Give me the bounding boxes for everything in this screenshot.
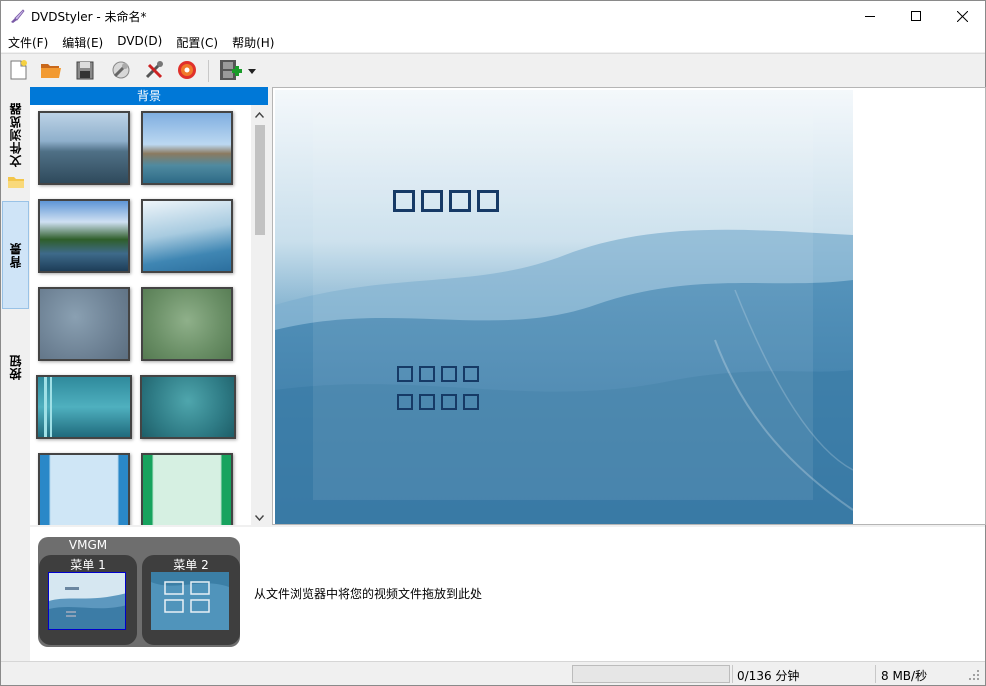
menu-bar: 文件(F) 编辑(E) DVD(D) 配置(C) 帮助(H) [1,31,985,52]
tab-background[interactable]: 背景 [2,201,29,309]
chevron-up-icon [254,107,265,121]
thumbnail-shipwreck-beach[interactable] [141,111,233,185]
menu-button-1[interactable] [397,366,479,382]
thumbnail-light-blue-borders[interactable] [38,453,130,525]
thumbnail-green-borders[interactable] [141,453,233,525]
dropdown-arrow-icon [248,64,256,78]
vmgm-label: VMGM [68,538,108,552]
tools-icon [143,59,165,84]
save-button[interactable] [72,58,98,84]
menu-editor-canvas[interactable] [272,87,986,525]
duration-readout: 0/136 分钟 [737,669,800,683]
open-folder-icon [39,59,63,84]
minimize-button[interactable] [847,1,893,31]
background-panel: 背景 [30,87,268,525]
placeholder-glyph [449,190,471,212]
menu-card-1[interactable]: 菜单 1 [39,555,137,645]
thumbnail-grid [30,105,250,525]
menu-2-preview [151,572,229,630]
titleset-manager: VMGM 菜单 1 菜单 2 从文件浏览器中将您的视频文件拖放到此处 [30,527,985,661]
placeholder-glyph [463,366,479,382]
close-button[interactable] [939,1,985,31]
placeholder-glyph [397,366,413,382]
new-project-button[interactable] [5,58,31,84]
panel-scrollbar[interactable] [251,105,268,525]
minimize-icon [865,11,875,21]
scrollbar-thumb[interactable] [255,125,265,235]
disc-usage-progress [572,665,730,683]
scroll-up-button[interactable] [251,105,268,122]
window-title: DVDStyler - 未命名* [31,10,147,24]
menu-file[interactable]: 文件(F) [1,31,55,52]
menu-1-preview [48,572,126,630]
placeholder-glyph [441,394,457,410]
thumbnail-teal-grunge[interactable] [140,375,236,439]
thumbnail-sea-island[interactable] [38,111,130,185]
add-video-dropdown[interactable] [245,58,259,84]
toolbar-separator [208,60,209,82]
placeholder-glyph [393,190,415,212]
settings-button[interactable] [108,58,134,84]
thumbnail-green-texture[interactable] [141,287,233,361]
tools-button[interactable] [141,58,167,84]
placeholder-glyph [419,366,435,382]
placeholder-glyph [397,394,413,410]
maximize-icon [911,11,921,21]
save-icon [74,59,96,84]
settings-wrench-icon [110,59,132,84]
scroll-down-button[interactable] [251,508,268,525]
placeholder-glyph [421,190,443,212]
placeholder-glyph [477,190,499,212]
thumbnail-blue-waves[interactable] [141,199,233,273]
maximize-button[interactable] [893,1,939,31]
placeholder-glyph [419,394,435,410]
menu-help[interactable]: 帮助(H) [225,31,281,52]
bitrate-readout: 8 MB/秒 [881,669,928,683]
side-tab-bar: 文件浏览器 背景 按钮 [1,87,30,525]
tab-buttons[interactable]: 按钮 [2,313,29,421]
new-project-icon [7,59,29,84]
status-separator [732,665,733,683]
status-separator [875,665,876,683]
folder-icon [7,175,25,192]
placeholder-glyph [463,394,479,410]
dvdstyler-app-icon [9,8,25,24]
menu-config[interactable]: 配置(C) [169,31,225,52]
resize-grip-icon[interactable] [967,668,981,682]
status-bar: 0/136 分钟 8 MB/秒 [1,661,985,685]
thumbnail-grey-blue-texture[interactable] [38,287,130,361]
burn-disc-icon [176,59,198,84]
menu-background [275,90,853,524]
app-window: DVDStyler - 未命名* 文件(F) 编辑(E) DVD(D) 配置(C… [0,0,986,686]
tab-background-label: 背景 [9,242,23,268]
chevron-down-icon [254,510,265,524]
thumbnail-river-forest[interactable] [38,199,130,273]
menu-button-2[interactable] [397,394,479,410]
panel-header: 背景 [30,87,268,105]
burn-button[interactable] [174,58,200,84]
close-icon [956,10,968,22]
title-bar: DVDStyler - 未命名* [1,1,985,31]
drop-hint-text: 从文件浏览器中将您的视频文件拖放到此处 [254,587,483,601]
thumbnail-teal-stripes[interactable] [36,375,132,439]
tab-buttons-label: 按钮 [9,354,23,380]
menu-edit[interactable]: 编辑(E) [55,31,110,52]
menu-card-2-label: 菜单 2 [173,558,209,572]
vmgm-group: VMGM 菜单 1 菜单 2 [38,537,240,647]
tab-file-browser[interactable]: 文件浏览器 [2,95,29,199]
menu-title-placeholder[interactable] [393,190,499,212]
placeholder-glyph [441,366,457,382]
add-video-icon [218,58,242,85]
open-button[interactable] [38,58,64,84]
menu-card-2[interactable]: 菜单 2 [142,555,240,645]
menu-card-1-label: 菜单 1 [70,558,106,572]
menu-dvd[interactable]: DVD(D) [110,31,169,52]
tab-file-browser-label: 文件浏览器 [9,102,23,167]
add-video-button[interactable] [217,58,243,84]
toolbar [1,53,985,87]
